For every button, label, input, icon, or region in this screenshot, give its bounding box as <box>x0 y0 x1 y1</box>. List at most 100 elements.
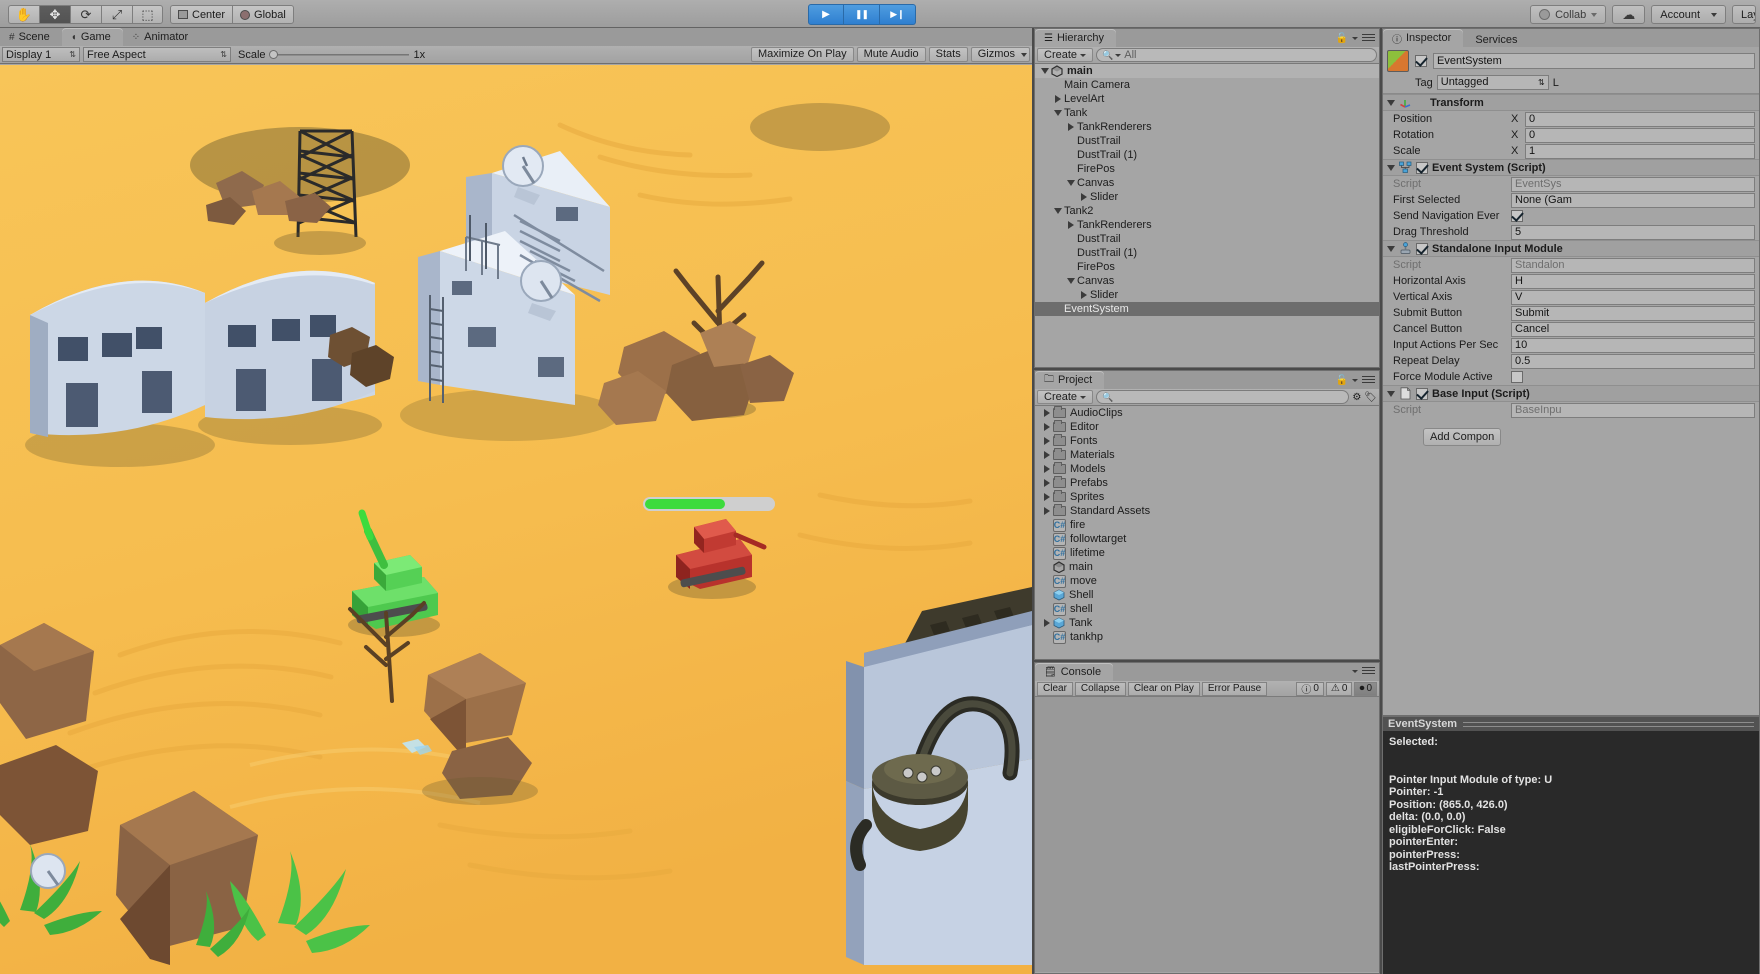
project-item-materials[interactable]: Materials <box>1035 448 1379 462</box>
filter-by-type-icon[interactable]: ⚙ <box>1352 392 1361 403</box>
move-tool[interactable]: ✥ <box>39 5 70 24</box>
hand-tool[interactable]: ✋ <box>8 5 39 24</box>
component-header-transform[interactable]: Transform <box>1383 94 1759 111</box>
console-clear-on-play-button[interactable]: Clear on Play <box>1127 681 1200 696</box>
hierarchy-item-dusttrail[interactable]: DustTrail <box>1035 232 1379 246</box>
chevron-right-icon[interactable] <box>1041 619 1053 627</box>
panel-menu-icon[interactable] <box>1362 34 1375 43</box>
tab-animator[interactable]: ⁘ Animator <box>123 28 200 46</box>
chevron-right-icon[interactable] <box>1041 423 1053 431</box>
add-component-button[interactable]: Add Compon <box>1423 428 1502 446</box>
hierarchy-item-main-camera[interactable]: Main Camera <box>1035 78 1379 92</box>
console-collapse-button[interactable]: Collapse <box>1074 681 1126 696</box>
display-dropdown[interactable]: Display 1 ⇅ <box>2 47 80 62</box>
hierarchy-item-dusttrail[interactable]: DustTrail <box>1035 134 1379 148</box>
hierarchy-item-slider[interactable]: Slider <box>1035 190 1379 204</box>
tab-hierarchy[interactable]: ☰ Hierarchy <box>1035 29 1117 47</box>
chevron-right-icon[interactable] <box>1041 479 1053 487</box>
console-warning-badge[interactable]: ⚠ 0 <box>1325 681 1353 696</box>
hierarchy-item-eventsystem[interactable]: EventSystem <box>1035 302 1379 316</box>
console-clear-button[interactable]: Clear <box>1037 681 1073 696</box>
tab-game[interactable]: ◖ Game <box>61 28 123 46</box>
console-error-pause-button[interactable]: Error Pause <box>1201 681 1268 696</box>
gizmos-button[interactable]: Gizmos <box>970 47 1030 62</box>
chevron-down-icon[interactable] <box>1387 245 1395 252</box>
chevron-down-icon[interactable] <box>1387 99 1395 106</box>
panel-menu-icon[interactable] <box>1362 376 1375 385</box>
chevron-right-icon[interactable] <box>1041 507 1053 515</box>
chevron-right-icon[interactable] <box>1041 437 1053 445</box>
project-search-input[interactable]: 🔍 <box>1096 390 1350 404</box>
chevron-right-icon[interactable] <box>1052 95 1064 103</box>
project-item-shell[interactable]: Shell <box>1035 588 1379 602</box>
component-header-standalone-input-module[interactable]: Standalone Input Module <box>1383 240 1759 257</box>
tab-scene[interactable]: # Scene <box>0 28 62 46</box>
rect-tool[interactable]: ⬚ <box>132 5 163 24</box>
project-item-fonts[interactable]: Fonts <box>1035 434 1379 448</box>
chevron-down-icon[interactable] <box>1065 278 1077 284</box>
property-value[interactable]: None (Gam <box>1511 192 1755 208</box>
chevron-right-icon[interactable] <box>1041 465 1053 473</box>
chevron-right-icon[interactable] <box>1065 221 1077 229</box>
component-enabled-checkbox[interactable] <box>1416 161 1428 174</box>
project-item-sprites[interactable]: Sprites <box>1035 490 1379 504</box>
property-checkbox[interactable] <box>1511 371 1523 383</box>
project-item-followtarget[interactable]: C# followtarget <box>1035 532 1379 546</box>
project-create-button[interactable]: Create <box>1037 390 1094 404</box>
project-item-tank[interactable]: Tank <box>1035 616 1379 630</box>
component-header-event-system-script[interactable]: Event System (Script) <box>1383 159 1759 176</box>
chevron-right-icon[interactable] <box>1078 193 1090 201</box>
chevron-right-icon[interactable] <box>1041 493 1053 501</box>
rotate-tool[interactable]: ⟳ <box>70 5 101 24</box>
chevron-down-icon[interactable] <box>1387 390 1395 397</box>
chevron-down-icon[interactable] <box>1052 208 1064 214</box>
hierarchy-item-tankrenderers[interactable]: TankRenderers <box>1035 120 1379 134</box>
gameobject-enabled-checkbox[interactable] <box>1415 55 1427 67</box>
property-value[interactable]: 0.5 <box>1511 353 1755 369</box>
console-log-list[interactable] <box>1035 697 1379 972</box>
scale-tool[interactable]: ⤢ <box>101 5 132 24</box>
project-item-fire[interactable]: C# fire <box>1035 518 1379 532</box>
console-error-badge[interactable]: ⏺ 0 <box>1354 681 1377 696</box>
project-item-standard-assets[interactable]: Standard Assets <box>1035 504 1379 518</box>
property-value[interactable]: 5 <box>1511 224 1755 240</box>
project-item-main[interactable]: main <box>1035 560 1379 574</box>
chevron-right-icon[interactable] <box>1041 451 1053 459</box>
hierarchy-item-firepos[interactable]: FirePos <box>1035 162 1379 176</box>
property-value[interactable]: H <box>1511 273 1755 289</box>
tab-project[interactable]: 🗀 Project <box>1035 371 1105 389</box>
game-render-surface[interactable] <box>0 65 1032 974</box>
play-button[interactable]: ▶ <box>808 4 844 25</box>
hierarchy-item-tank[interactable]: Tank <box>1035 106 1379 120</box>
hierarchy-item-dusttrail-1[interactable]: DustTrail (1) <box>1035 246 1379 260</box>
project-tree[interactable]: AudioClips Editor Fonts Materials Models Pref… <box>1035 406 1379 644</box>
component-enabled-checkbox[interactable] <box>1416 242 1428 255</box>
gameobject-name-input[interactable]: EventSystem <box>1433 53 1755 69</box>
hierarchy-item-dusttrail-1[interactable]: DustTrail (1) <box>1035 148 1379 162</box>
chevron-down-icon[interactable] <box>1387 164 1395 171</box>
maximize-on-play-button[interactable]: Maximize On Play <box>750 47 854 62</box>
hierarchy-item-main[interactable]: main <box>1035 64 1379 78</box>
lock-icon[interactable]: 🔓 <box>1336 33 1348 44</box>
chevron-down-icon[interactable] <box>1052 110 1064 116</box>
chevron-down-icon[interactable] <box>1065 180 1077 186</box>
hierarchy-item-tank2[interactable]: Tank2 <box>1035 204 1379 218</box>
property-value[interactable]: Cancel <box>1511 321 1755 337</box>
property-value-x[interactable]: 1 <box>1525 143 1755 159</box>
inspector-components[interactable]: Transform Position X 0 Rotation X 0 Scale X 1 Even… <box>1383 94 1759 418</box>
project-item-lifetime[interactable]: C# lifetime <box>1035 546 1379 560</box>
lock-icon[interactable]: 🔓 <box>1336 375 1348 386</box>
tab-inspector[interactable]: ⓘ Inspector <box>1383 29 1464 47</box>
hierarchy-item-slider[interactable]: Slider <box>1035 288 1379 302</box>
cloud-button[interactable]: ☁ <box>1612 5 1646 24</box>
project-item-audioclips[interactable]: AudioClips <box>1035 406 1379 420</box>
hierarchy-item-canvas[interactable]: Canvas <box>1035 274 1379 288</box>
tag-dropdown[interactable]: Untagged ⇅ <box>1436 75 1549 90</box>
component-enabled-checkbox[interactable] <box>1416 387 1428 400</box>
stats-button[interactable]: Stats <box>928 47 968 62</box>
chevron-right-icon[interactable] <box>1065 123 1077 131</box>
step-button[interactable]: ▶❙ <box>880 4 916 25</box>
property-value[interactable]: 10 <box>1511 337 1755 353</box>
chevron-down-icon[interactable] <box>1039 68 1051 74</box>
aspect-dropdown[interactable]: Free Aspect ⇅ <box>83 47 231 62</box>
